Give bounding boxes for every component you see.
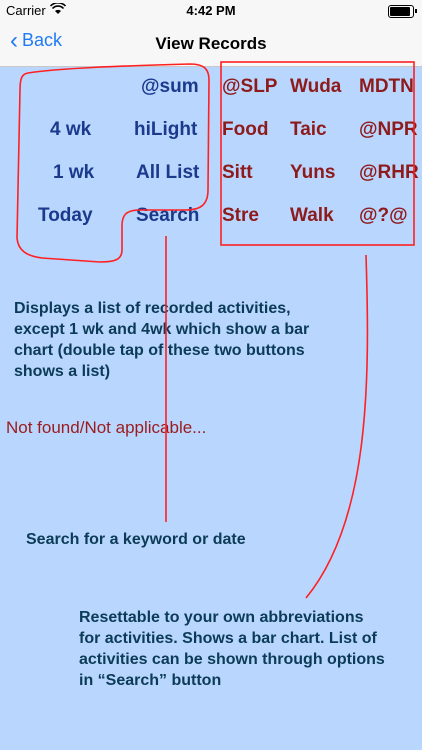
activity-button-walk[interactable]: Walk bbox=[290, 205, 334, 227]
one-week-button[interactable]: 1 wk bbox=[53, 162, 94, 184]
battery-tip bbox=[415, 9, 417, 13]
activity-button-slp[interactable]: @SLP bbox=[222, 76, 277, 98]
activity-button-wuda[interactable]: Wuda bbox=[290, 76, 341, 98]
activity-button-sitt[interactable]: Sitt bbox=[222, 162, 253, 184]
search-help-note: Search for a keyword or date bbox=[26, 531, 246, 548]
reset-help-note: Resettable to your own abbreviations for… bbox=[79, 609, 385, 689]
sum-button[interactable]: @sum bbox=[141, 76, 199, 98]
clock: 4:42 PM bbox=[186, 3, 236, 18]
battery-icon bbox=[388, 5, 414, 18]
all-list-button[interactable]: All List bbox=[136, 162, 199, 184]
page-title: View Records bbox=[155, 34, 267, 53]
activity-button-yuns[interactable]: Yuns bbox=[290, 162, 335, 184]
activity-button-stre[interactable]: Stre bbox=[222, 205, 259, 227]
activity-button-mdtn[interactable]: MDTN bbox=[359, 76, 414, 98]
activity-button-custom[interactable]: @?@ bbox=[359, 205, 408, 227]
activity-button-npr[interactable]: @NPR bbox=[359, 119, 418, 141]
activity-button-taic[interactable]: Taic bbox=[290, 119, 327, 141]
list-description-note: Displays a list of recorded activities, … bbox=[14, 300, 310, 380]
activity-button-rhr[interactable]: @RHR bbox=[359, 162, 419, 184]
four-week-button[interactable]: 4 wk bbox=[50, 119, 91, 141]
today-button[interactable]: Today bbox=[38, 205, 93, 227]
hilight-button[interactable]: hiLight bbox=[134, 119, 197, 141]
not-found-message: Not found/Not applicable... bbox=[6, 418, 207, 437]
search-button[interactable]: Search bbox=[136, 205, 199, 227]
status-bar: Carrier 4:42 PM bbox=[0, 0, 422, 22]
navigation-bar: ‹ Back View Records bbox=[0, 22, 422, 67]
activity-button-food[interactable]: Food bbox=[222, 119, 268, 141]
